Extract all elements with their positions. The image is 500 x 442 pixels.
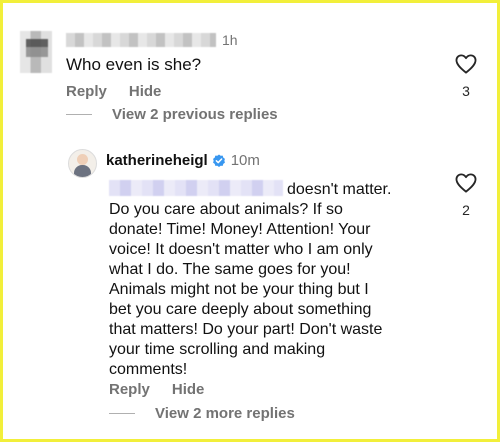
reply-button[interactable]: Reply xyxy=(66,83,107,100)
reply-button[interactable]: Reply xyxy=(109,381,150,398)
heart-outline-icon[interactable] xyxy=(455,173,477,193)
comment-line-text: doesn't matter. xyxy=(287,181,392,198)
comment-line: Do you care about animals? If so xyxy=(109,201,343,218)
heart-outline-icon[interactable] xyxy=(455,54,477,74)
comment-line: doesn't matter. xyxy=(109,180,439,200)
view-replies-label: View 2 previous replies xyxy=(112,106,278,123)
comment-line: your time scrolling and making xyxy=(109,341,326,358)
comment-timestamp: 10m xyxy=(230,152,260,169)
comment-line: bet you care deeply about something xyxy=(109,301,372,318)
comment-actions: Reply Hide xyxy=(66,83,183,100)
verified-badge-icon xyxy=(212,154,225,167)
comment-line: donate! Time! Money! Attention! Your xyxy=(109,221,371,238)
like-count: 2 xyxy=(462,202,470,218)
comment-line: what I do. The same goes for you! xyxy=(109,261,351,278)
comment-line: voice! It doesn't matter who I am only xyxy=(109,241,373,258)
blurred-username[interactable] xyxy=(66,33,216,47)
view-replies-link[interactable]: View 2 more replies xyxy=(109,405,295,422)
avatar[interactable] xyxy=(68,149,97,178)
blurred-mention[interactable] xyxy=(109,180,283,196)
hide-button[interactable]: Hide xyxy=(129,83,162,100)
comment-line: comments! xyxy=(109,361,188,378)
comment-thread-screenshot: 1h Who even is she? Reply Hide View 2 pre… xyxy=(0,0,500,442)
comment-line: Animals might not be your thing but I xyxy=(109,281,369,298)
comment-line: that matters! Do your part! Don't waste xyxy=(109,321,383,338)
like-count: 3 xyxy=(462,83,470,99)
blurred-avatar[interactable] xyxy=(20,31,52,73)
divider xyxy=(109,413,135,414)
comment-text: doesn't matter. Do you care about animal… xyxy=(109,180,439,380)
comment-actions: Reply Hide xyxy=(109,381,226,398)
comment-header: katherineheigl 10m xyxy=(106,152,260,169)
comment-timestamp: 1h xyxy=(222,32,238,48)
divider xyxy=(66,114,92,115)
view-replies-link[interactable]: View 2 previous replies xyxy=(66,106,278,123)
comment-text: Who even is she? xyxy=(66,55,202,74)
username[interactable]: katherineheigl xyxy=(106,152,208,169)
hide-button[interactable]: Hide xyxy=(172,381,205,398)
view-replies-label: View 2 more replies xyxy=(155,405,295,422)
